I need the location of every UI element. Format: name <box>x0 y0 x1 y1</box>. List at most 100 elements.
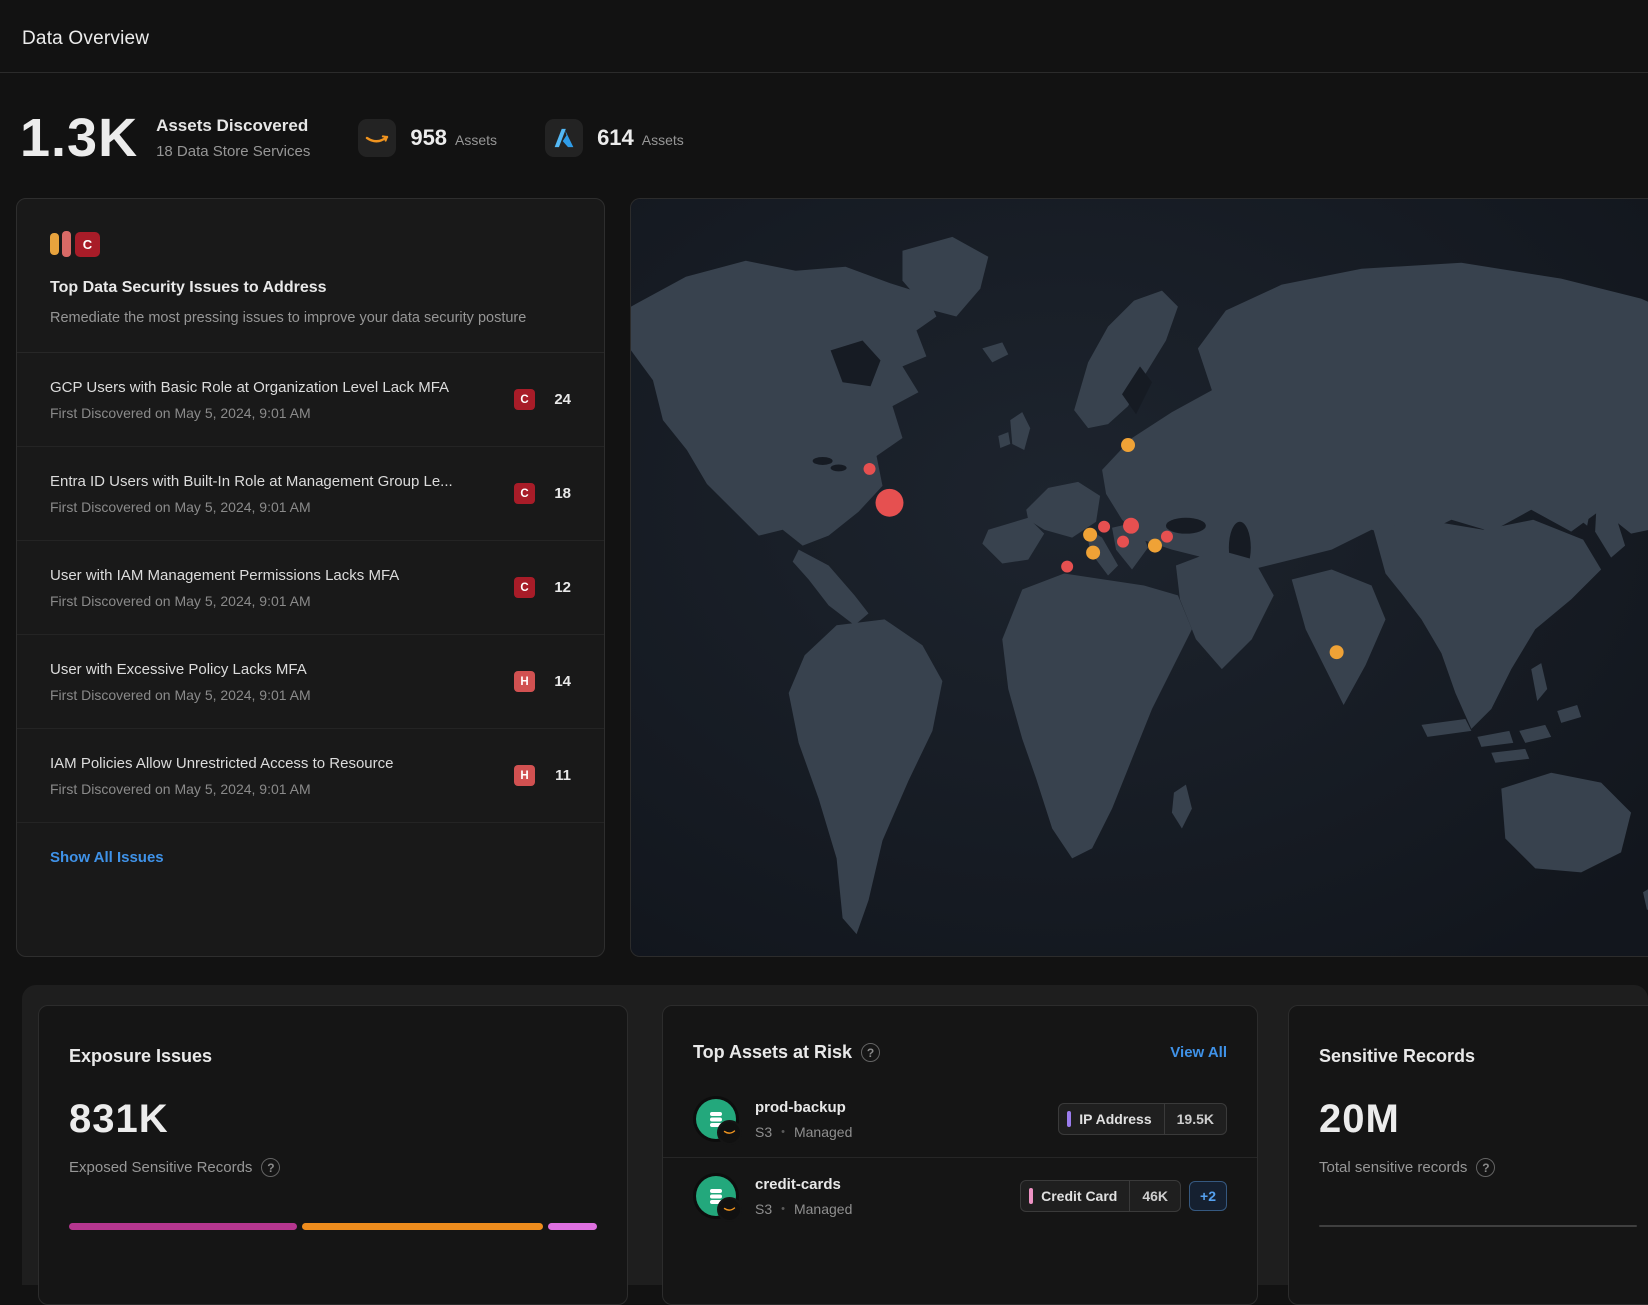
issue-title: Entra ID Users with Built-In Role at Man… <box>50 473 504 490</box>
asset-status: Managed <box>794 1201 852 1217</box>
issue-title: IAM Policies Allow Unrestricted Access t… <box>50 755 504 772</box>
issues-footer: Show All Issues <box>17 823 604 893</box>
issue-text: Entra ID Users with Built-In Role at Man… <box>50 473 514 515</box>
severity-badge: H <box>514 671 535 692</box>
header-divider <box>0 72 1648 73</box>
issue-row[interactable]: GCP Users with Basic Role at Organizatio… <box>17 353 604 447</box>
asset-service: S3 <box>755 1124 772 1140</box>
dot-separator: • <box>781 1126 785 1138</box>
issue-row[interactable]: Entra ID Users with Built-In Role at Man… <box>17 447 604 541</box>
top-assets-card: Top Assets at Risk ? View All <box>662 1005 1258 1305</box>
page-title: Data Overview <box>22 28 149 50</box>
issue-text: IAM Policies Allow Unrestricted Access t… <box>50 755 514 797</box>
azure-provider-stat: 614 Assets <box>545 119 684 157</box>
aws-provider-stat: 958 Assets <box>358 119 497 157</box>
aws-mini-badge-icon <box>717 1120 742 1145</box>
sensitive-records-title: Sensitive Records <box>1319 1046 1637 1067</box>
issue-count: 18 <box>535 485 571 502</box>
asset-service: S3 <box>755 1201 772 1217</box>
data-class-label: Credit Card <box>1041 1188 1117 1204</box>
issue-count: 24 <box>535 391 571 408</box>
top-assets-title: Top Assets at Risk <box>693 1042 852 1063</box>
more-classes-chip[interactable]: +2 <box>1189 1181 1227 1211</box>
issue-discovered-date: First Discovered on May 5, 2024, 9:01 AM <box>50 687 504 703</box>
severity-stack-icon: C <box>50 231 571 257</box>
issue-row[interactable]: User with IAM Management Permissions Lac… <box>17 541 604 635</box>
map-marker[interactable] <box>876 489 904 517</box>
critical-badge-icon: C <box>75 232 100 257</box>
azure-asset-count: 614 <box>597 125 634 151</box>
sensitive-records-label: Total sensitive records <box>1319 1159 1467 1176</box>
world-map-panel <box>630 198 1648 957</box>
asset-name: credit-cards <box>755 1176 852 1193</box>
aws-icon <box>358 119 396 157</box>
data-class-chip[interactable]: Credit Card 46K <box>1020 1180 1181 1212</box>
data-class-chip[interactable]: IP Address 19.5K <box>1058 1103 1227 1135</box>
issue-row[interactable]: User with Excessive Policy Lacks MFA Fir… <box>17 635 604 729</box>
asset-name: prod-backup <box>755 1099 852 1116</box>
severity-badge: C <box>514 483 535 504</box>
severity-stack-bar-red <box>62 231 71 257</box>
show-all-issues-link[interactable]: Show All Issues <box>50 849 164 866</box>
datastore-icon <box>693 1173 739 1219</box>
map-marker[interactable] <box>1083 528 1097 542</box>
aws-mini-badge-icon <box>717 1197 742 1222</box>
issue-title: User with Excessive Policy Lacks MFA <box>50 661 504 678</box>
data-class-accent <box>1029 1188 1033 1204</box>
azure-icon <box>545 119 583 157</box>
map-marker[interactable] <box>864 463 876 475</box>
issue-text: GCP Users with Basic Role at Organizatio… <box>50 379 514 421</box>
map-marker[interactable] <box>1086 546 1100 560</box>
sensitive-records-bar <box>1319 1225 1637 1227</box>
assets-discovered-label: Assets Discovered <box>156 116 310 136</box>
summary-stats: 1.3K Assets Discovered 18 Data Store Ser… <box>20 102 684 174</box>
map-marker[interactable] <box>1148 539 1162 553</box>
map-marker[interactable] <box>1330 645 1344 659</box>
data-class-label: IP Address <box>1079 1111 1151 1127</box>
issue-discovered-date: First Discovered on May 5, 2024, 9:01 AM <box>50 781 504 797</box>
bottom-metrics-container: Exposure Issues 831K Exposed Sensitive R… <box>22 985 1648 1285</box>
severity-stack-bar-orange <box>50 233 59 255</box>
exposure-bar-segment <box>302 1223 543 1230</box>
view-all-link[interactable]: View All <box>1170 1044 1227 1061</box>
severity-badge: C <box>514 577 535 598</box>
map-marker[interactable] <box>1121 438 1135 452</box>
issue-count: 12 <box>535 579 571 596</box>
sensitive-records-card: Sensitive Records 20M Total sensitive re… <box>1288 1005 1648 1305</box>
map-marker[interactable] <box>1061 561 1073 573</box>
issue-text: User with Excessive Policy Lacks MFA Fir… <box>50 661 514 703</box>
exposure-breakdown-bar <box>69 1223 597 1230</box>
issue-title: User with IAM Management Permissions Lac… <box>50 567 504 584</box>
world-map <box>631 199 1648 956</box>
issue-count: 14 <box>535 673 571 690</box>
dot-separator: • <box>781 1203 785 1215</box>
asset-status: Managed <box>794 1124 852 1140</box>
map-marker[interactable] <box>1098 521 1110 533</box>
top-issues-title: Top Data Security Issues to Address <box>50 279 571 297</box>
top-issues-subtitle: Remediate the most pressing issues to im… <box>50 310 571 326</box>
issues-list: GCP Users with Basic Role at Organizatio… <box>17 352 604 823</box>
issue-row[interactable]: IAM Policies Allow Unrestricted Access t… <box>17 729 604 823</box>
exposure-issues-label: Exposed Sensitive Records <box>69 1159 252 1176</box>
map-marker[interactable] <box>1117 536 1129 548</box>
asset-row[interactable]: prod-backup S3 • Managed IP Address <box>663 1081 1257 1157</box>
map-marker[interactable] <box>1161 531 1173 543</box>
sensitive-records-value: 20M <box>1319 1097 1637 1142</box>
exposure-bar-segment <box>548 1223 597 1230</box>
severity-badge: C <box>514 389 535 410</box>
assets-list: prod-backup S3 • Managed IP Address <box>663 1081 1257 1234</box>
help-icon[interactable]: ? <box>261 1158 280 1177</box>
map-marker[interactable] <box>1123 518 1139 534</box>
help-icon[interactable]: ? <box>861 1043 880 1062</box>
issue-count: 11 <box>535 767 571 784</box>
issue-discovered-date: First Discovered on May 5, 2024, 9:01 AM <box>50 499 504 515</box>
asset-row[interactable]: credit-cards S3 • Managed Credit Card <box>663 1157 1257 1234</box>
help-icon[interactable]: ? <box>1476 1158 1495 1177</box>
issue-discovered-date: First Discovered on May 5, 2024, 9:01 AM <box>50 405 504 421</box>
data-class-accent <box>1067 1111 1071 1127</box>
top-issues-header: C Top Data Security Issues to Address Re… <box>17 199 604 352</box>
data-class-count: 19.5K <box>1164 1104 1226 1134</box>
datastore-icon <box>693 1096 739 1142</box>
issue-discovered-date: First Discovered on May 5, 2024, 9:01 AM <box>50 593 504 609</box>
data-store-services-label: 18 Data Store Services <box>156 143 310 160</box>
